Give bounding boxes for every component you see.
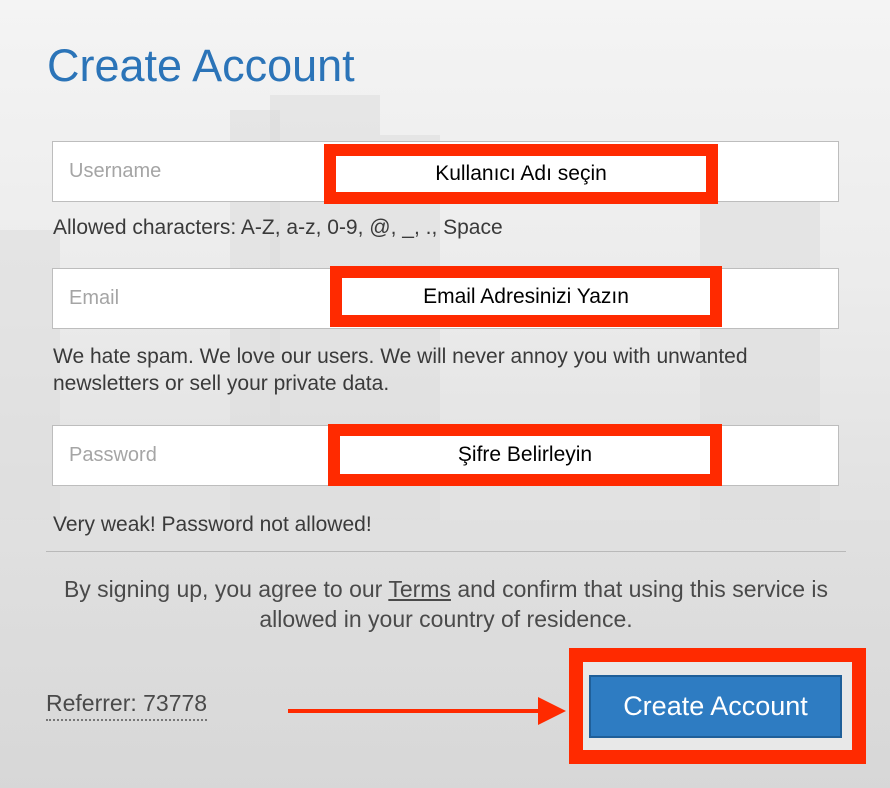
arrow-right-icon (288, 697, 566, 725)
referrer-label[interactable]: Referrer: 73778 (46, 690, 208, 721)
username-annotation: Kullanıcı Adı seçin (324, 144, 718, 204)
email-help-text: We hate spam. We love our users. We will… (53, 345, 748, 395)
password-annotation: Şifre Belirleyin (328, 424, 722, 486)
divider (46, 551, 846, 552)
terms-notice: By signing up, you agree to our Terms an… (46, 574, 846, 634)
terms-text-before: By signing up, you agree to our (63, 576, 389, 602)
page-title: Create Account (47, 40, 355, 91)
username-help-text: Allowed characters: A-Z, a-z, 0-9, @, _,… (53, 216, 503, 239)
password-strength-text: Very weak! Password not allowed! (53, 513, 372, 536)
terms-link[interactable]: Terms (388, 576, 451, 602)
create-account-button[interactable]: Create Account (589, 675, 842, 738)
email-annotation: Email Adresinizi Yazın (330, 266, 722, 327)
